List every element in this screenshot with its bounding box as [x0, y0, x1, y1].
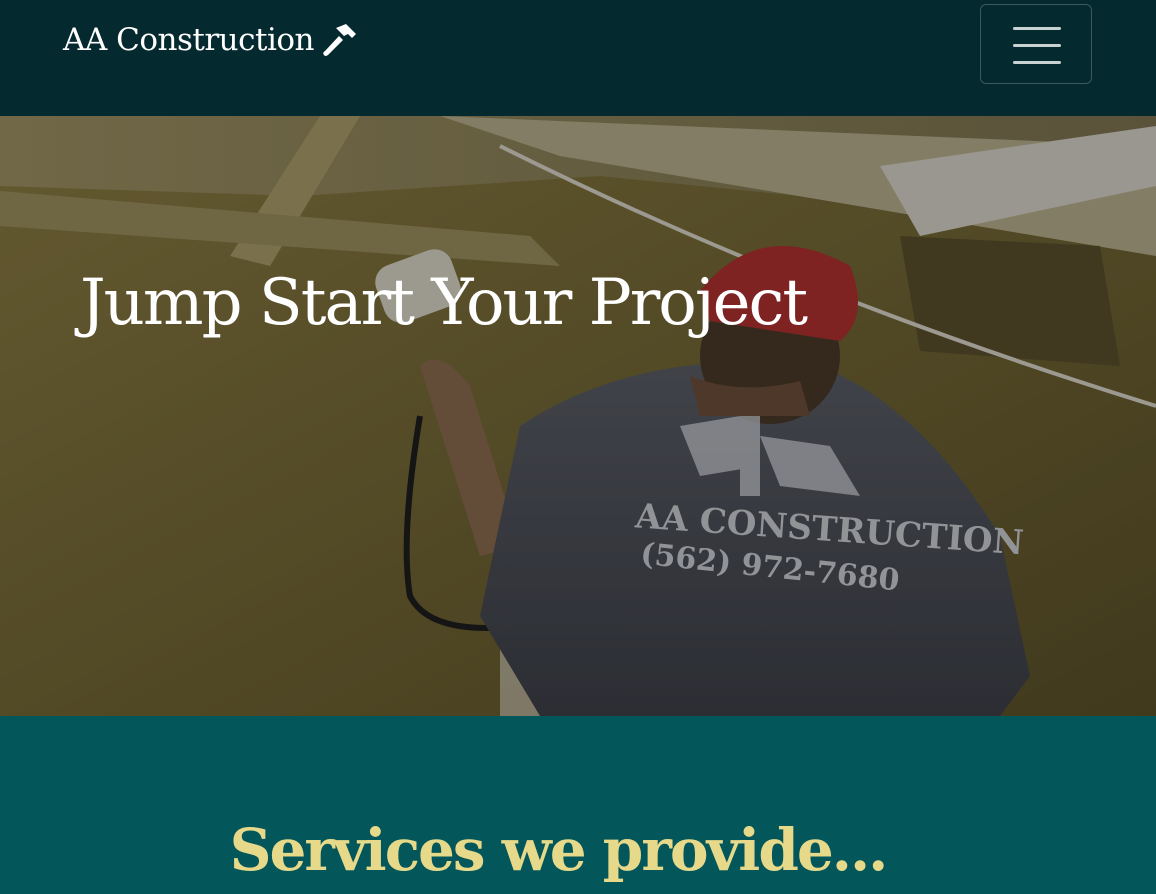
brand-link[interactable]: AA Construction: [63, 18, 358, 62]
services-heading: Services we provide...: [229, 816, 889, 884]
hero-banner: AA CONSTRUCTION (562) 972-7680 Jump Star…: [0, 116, 1156, 716]
services-section: Services we provide...: [0, 716, 1156, 894]
navbar: AA Construction: [0, 0, 1156, 116]
hammer-icon: [323, 24, 356, 56]
hero-title: Jump Start Your Project: [80, 266, 808, 340]
brand-name: AA Construction: [63, 22, 315, 58]
navbar-toggler-button[interactable]: [980, 4, 1092, 84]
hero-background-image: AA CONSTRUCTION (562) 972-7680: [0, 116, 1156, 716]
hamburger-menu-icon: [1013, 27, 1061, 65]
